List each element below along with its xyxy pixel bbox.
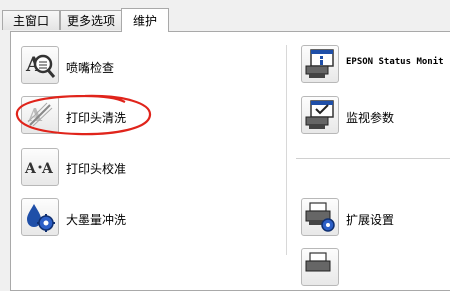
svg-text:A: A — [24, 161, 37, 177]
tab-main-window[interactable]: 主窗口 — [2, 10, 60, 30]
print-queue-button[interactable] — [301, 248, 339, 286]
tab-more-options[interactable]: 更多选项 — [60, 10, 122, 30]
tab-maintenance[interactable]: 维护 — [121, 8, 169, 32]
head-alignment-icon: A A — [24, 161, 54, 177]
svg-text:A: A — [41, 161, 54, 177]
head-alignment-button[interactable]: A A — [21, 148, 59, 186]
status-monitor-label: EPSON Status Monit — [346, 57, 444, 67]
monitoring-preferences-label: 监视参数 — [346, 111, 395, 125]
power-ink-flushing-icon — [27, 204, 55, 232]
print-queue-icon — [305, 252, 331, 272]
monitoring-preferences-icon — [305, 100, 334, 129]
power-ink-flushing-button[interactable] — [21, 198, 59, 236]
extended-settings-label: 扩展设置 — [346, 213, 395, 227]
power-ink-flushing-label: 大墨量冲洗 — [66, 213, 127, 227]
nozzle-check-button[interactable]: A — [21, 46, 59, 84]
head-alignment-label: 打印头校准 — [66, 162, 127, 176]
extended-settings-icon — [305, 202, 335, 232]
monitoring-preferences-button[interactable] — [301, 96, 339, 134]
section-divider — [296, 158, 450, 159]
extended-settings-button[interactable] — [301, 198, 339, 236]
head-cleaning-icon: A — [27, 102, 53, 127]
column-divider — [286, 45, 287, 255]
nozzle-check-icon: A — [25, 52, 56, 78]
head-cleaning-button[interactable]: A — [21, 96, 59, 134]
nozzle-check-label: 喷嘴检查 — [66, 61, 115, 75]
status-monitor-button[interactable] — [301, 45, 339, 83]
status-monitor-icon — [305, 49, 334, 78]
head-cleaning-label: 打印头清洗 — [66, 111, 127, 125]
tab-strip: 主窗口 更多选项 维护 — [0, 0, 450, 34]
